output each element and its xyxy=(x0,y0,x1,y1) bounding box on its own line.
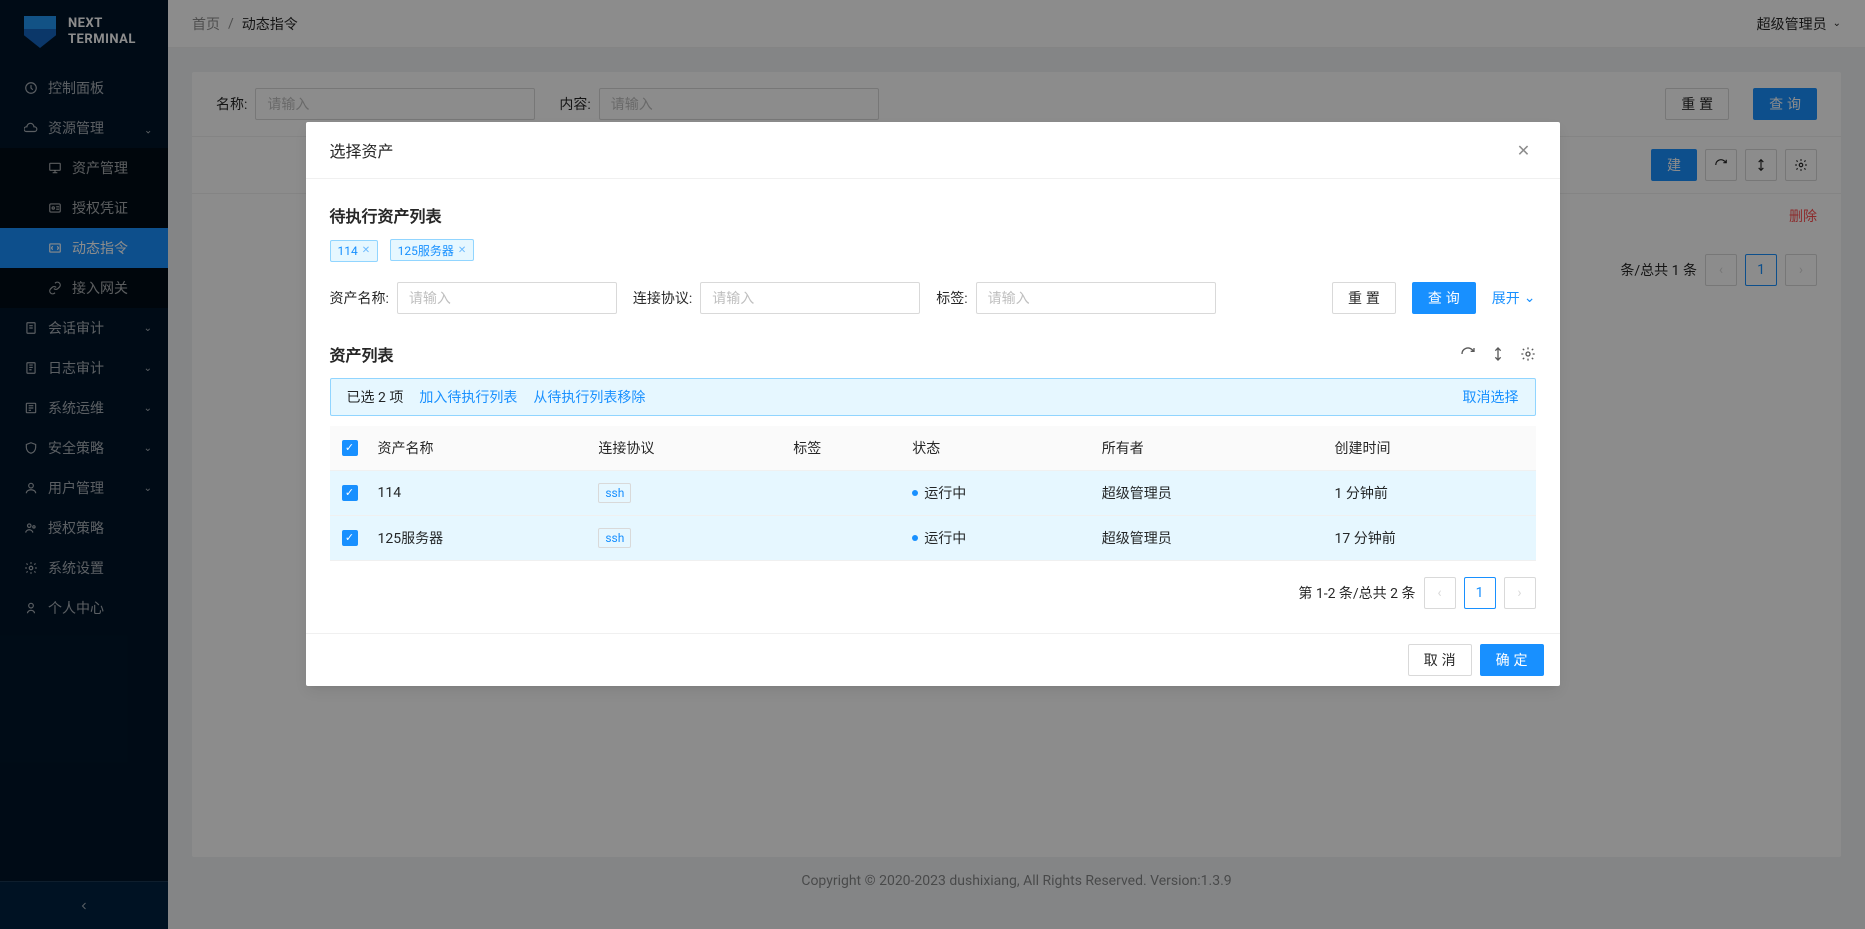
status-dot-icon xyxy=(912,535,918,541)
asset-filter: 资产名称: 连接协议: 标签: 重 置 查 询 展开 ⌄ xyxy=(330,282,1536,314)
proto-input[interactable] xyxy=(700,282,920,314)
expand-label: 展开 xyxy=(1492,288,1520,308)
cancel-selection[interactable]: 取消选择 xyxy=(1463,387,1519,407)
page-1[interactable]: 1 xyxy=(1464,577,1496,609)
status-text: 运行中 xyxy=(924,528,966,548)
label-tag: 标签: xyxy=(936,288,967,308)
table-row[interactable]: ✓ 125服务器 ssh 运行中 超级管理员 17 分钟前 xyxy=(330,515,1536,560)
pending-title: 待执行资产列表 xyxy=(330,203,1536,227)
list-title: 资产列表 xyxy=(330,342,394,366)
gear-icon xyxy=(1520,346,1536,362)
list-actions xyxy=(1460,346,1536,362)
asset-table: ✓ 资产名称 连接协议 标签 状态 所有者 创建时间 ✓ 114 ssh xyxy=(330,426,1536,561)
table-row[interactable]: ✓ 114 ssh 运行中 超级管理员 1 分钟前 xyxy=(330,470,1536,515)
col-name: 资产名称 xyxy=(370,426,591,471)
next-page[interactable]: › xyxy=(1504,577,1536,609)
checkbox-all[interactable]: ✓ xyxy=(342,440,358,456)
query-button[interactable]: 查 询 xyxy=(1412,282,1476,314)
prev-page[interactable]: ‹ xyxy=(1424,577,1456,609)
asset-list-header: 资产列表 xyxy=(330,342,1536,366)
remove-from-pending[interactable]: 从待执行列表移除 xyxy=(533,387,645,407)
tag-125: 125服务器 ✕ xyxy=(390,239,475,261)
selection-alert: 已选 2 项 加入待执行列表 从待执行列表移除 取消选择 xyxy=(330,378,1536,416)
tag-label: 125服务器 xyxy=(398,242,454,259)
cell-created: 1 分钟前 xyxy=(1326,470,1535,515)
modal-mask: 选择资产 ✕ 待执行资产列表 114 ✕ 125服务器 ✕ 资产名称: xyxy=(0,0,1865,929)
column-height-icon xyxy=(1490,346,1506,362)
proto-tag: ssh xyxy=(598,483,631,503)
cell-tag xyxy=(785,515,904,560)
close-icon[interactable]: ✕ xyxy=(1512,141,1536,160)
label-asset-name: 资产名称: xyxy=(330,288,389,308)
proto-tag: ssh xyxy=(598,528,631,548)
checkbox-row[interactable]: ✓ xyxy=(342,530,358,546)
chevron-down-icon: ⌄ xyxy=(1524,290,1536,306)
cancel-button[interactable]: 取 消 xyxy=(1408,644,1472,676)
modal-body: 待执行资产列表 114 ✕ 125服务器 ✕ 资产名称: 连接协议: xyxy=(306,179,1560,633)
close-icon[interactable]: ✕ xyxy=(458,245,466,256)
col-created: 创建时间 xyxy=(1326,426,1535,471)
expand-link[interactable]: 展开 ⌄ xyxy=(1492,288,1536,308)
modal-pagination: 第 1-2 条/总共 2 条 ‹ 1 › xyxy=(330,561,1536,609)
cell-owner: 超级管理员 xyxy=(1094,515,1327,560)
reset-button[interactable]: 重 置 xyxy=(1332,282,1396,314)
ok-button[interactable]: 确 定 xyxy=(1480,644,1544,676)
col-status: 状态 xyxy=(904,426,1093,471)
cell-owner: 超级管理员 xyxy=(1094,470,1327,515)
col-tag: 标签 xyxy=(785,426,904,471)
col-owner: 所有者 xyxy=(1094,426,1327,471)
status-text: 运行中 xyxy=(924,483,966,503)
label-proto: 连接协议: xyxy=(633,288,692,308)
cell-created: 17 分钟前 xyxy=(1326,515,1535,560)
cell-name: 125服务器 xyxy=(370,515,591,560)
tag-input[interactable] xyxy=(976,282,1216,314)
modal-footer: 取 消 确 定 xyxy=(306,633,1560,686)
col-proto: 连接协议 xyxy=(590,426,785,471)
selected-tags: 114 ✕ 125服务器 ✕ xyxy=(330,239,1536,262)
modal-title: 选择资产 xyxy=(330,138,1512,162)
density-button[interactable] xyxy=(1490,346,1506,362)
close-icon[interactable]: ✕ xyxy=(362,245,370,256)
cell-name: 114 xyxy=(370,470,591,515)
settings-button[interactable] xyxy=(1520,346,1536,362)
modal: 选择资产 ✕ 待执行资产列表 114 ✕ 125服务器 ✕ 资产名称: xyxy=(306,122,1560,686)
refresh-button[interactable] xyxy=(1460,346,1476,362)
selected-count: 已选 2 项 xyxy=(347,387,404,407)
status-badge: 运行中 xyxy=(912,483,966,503)
cell-tag xyxy=(785,470,904,515)
modal-header: 选择资产 ✕ xyxy=(306,122,1560,179)
asset-name-input[interactable] xyxy=(397,282,617,314)
pagination-text: 第 1-2 条/总共 2 条 xyxy=(1298,583,1415,603)
checkbox-row[interactable]: ✓ xyxy=(342,485,358,501)
tag-114: 114 ✕ xyxy=(330,240,379,262)
tag-label: 114 xyxy=(338,244,358,258)
refresh-icon xyxy=(1460,346,1476,362)
add-to-pending[interactable]: 加入待执行列表 xyxy=(419,387,517,407)
status-badge: 运行中 xyxy=(912,528,966,548)
status-dot-icon xyxy=(912,490,918,496)
